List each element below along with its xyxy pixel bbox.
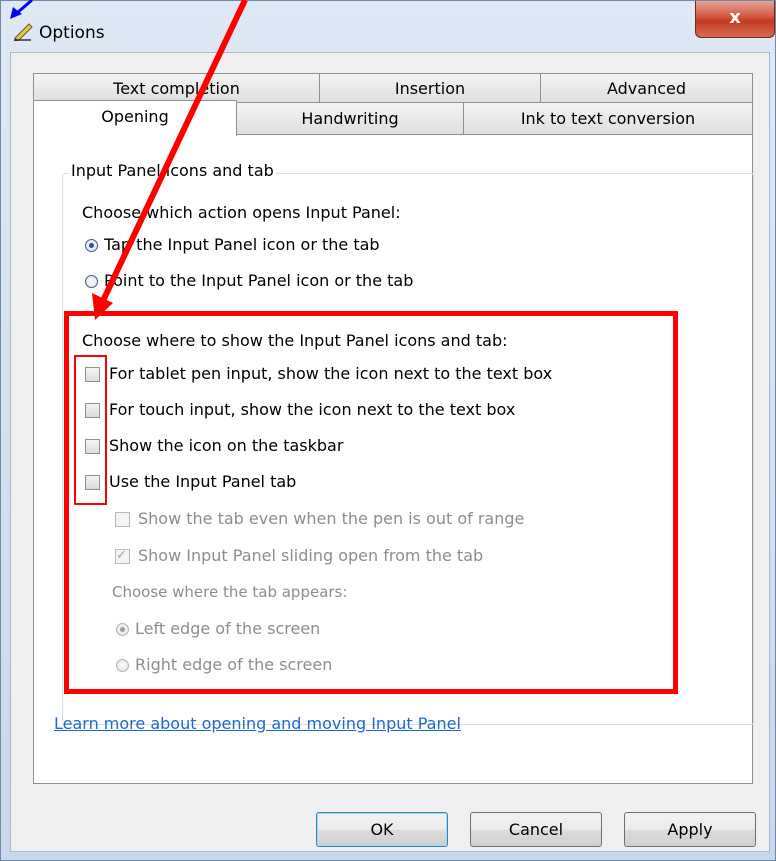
tab-advanced[interactable]: Advanced xyxy=(540,73,753,103)
radio-point-label[interactable]: Point to the Input Panel icon or the tab xyxy=(104,271,413,290)
action-prompt: Choose which action opens Input Panel: xyxy=(82,203,401,222)
radio-dot xyxy=(89,243,94,248)
tab-text-completion[interactable]: Text completion xyxy=(33,73,320,103)
radio-tap-label[interactable]: Tap the Input Panel icon or the tab xyxy=(104,235,380,254)
tab-insertion[interactable]: Insertion xyxy=(319,73,541,103)
group-legend: Input Panel icons and tab xyxy=(69,161,276,180)
annotation-highlight-box xyxy=(64,311,678,694)
tab-ink-to-text[interactable]: Ink to text conversion xyxy=(463,102,753,135)
cancel-button[interactable]: Cancel xyxy=(470,812,602,847)
close-button[interactable]: x xyxy=(695,1,775,38)
radio-point[interactable] xyxy=(85,275,98,288)
learn-more-link[interactable]: Learn more about opening and moving Inpu… xyxy=(54,714,461,733)
ok-button[interactable]: OK xyxy=(316,812,448,847)
pen-icon xyxy=(13,21,35,42)
title-bar[interactable]: Options x xyxy=(1,1,776,51)
tab-handwriting[interactable]: Handwriting xyxy=(236,102,464,135)
annotation-checkbox-highlight xyxy=(74,355,107,505)
close-icon: x xyxy=(729,7,741,28)
apply-button[interactable]: Apply xyxy=(624,812,756,847)
radio-tap[interactable] xyxy=(85,239,98,252)
tab-opening[interactable]: Opening xyxy=(33,100,237,136)
window-title: Options xyxy=(39,23,105,43)
